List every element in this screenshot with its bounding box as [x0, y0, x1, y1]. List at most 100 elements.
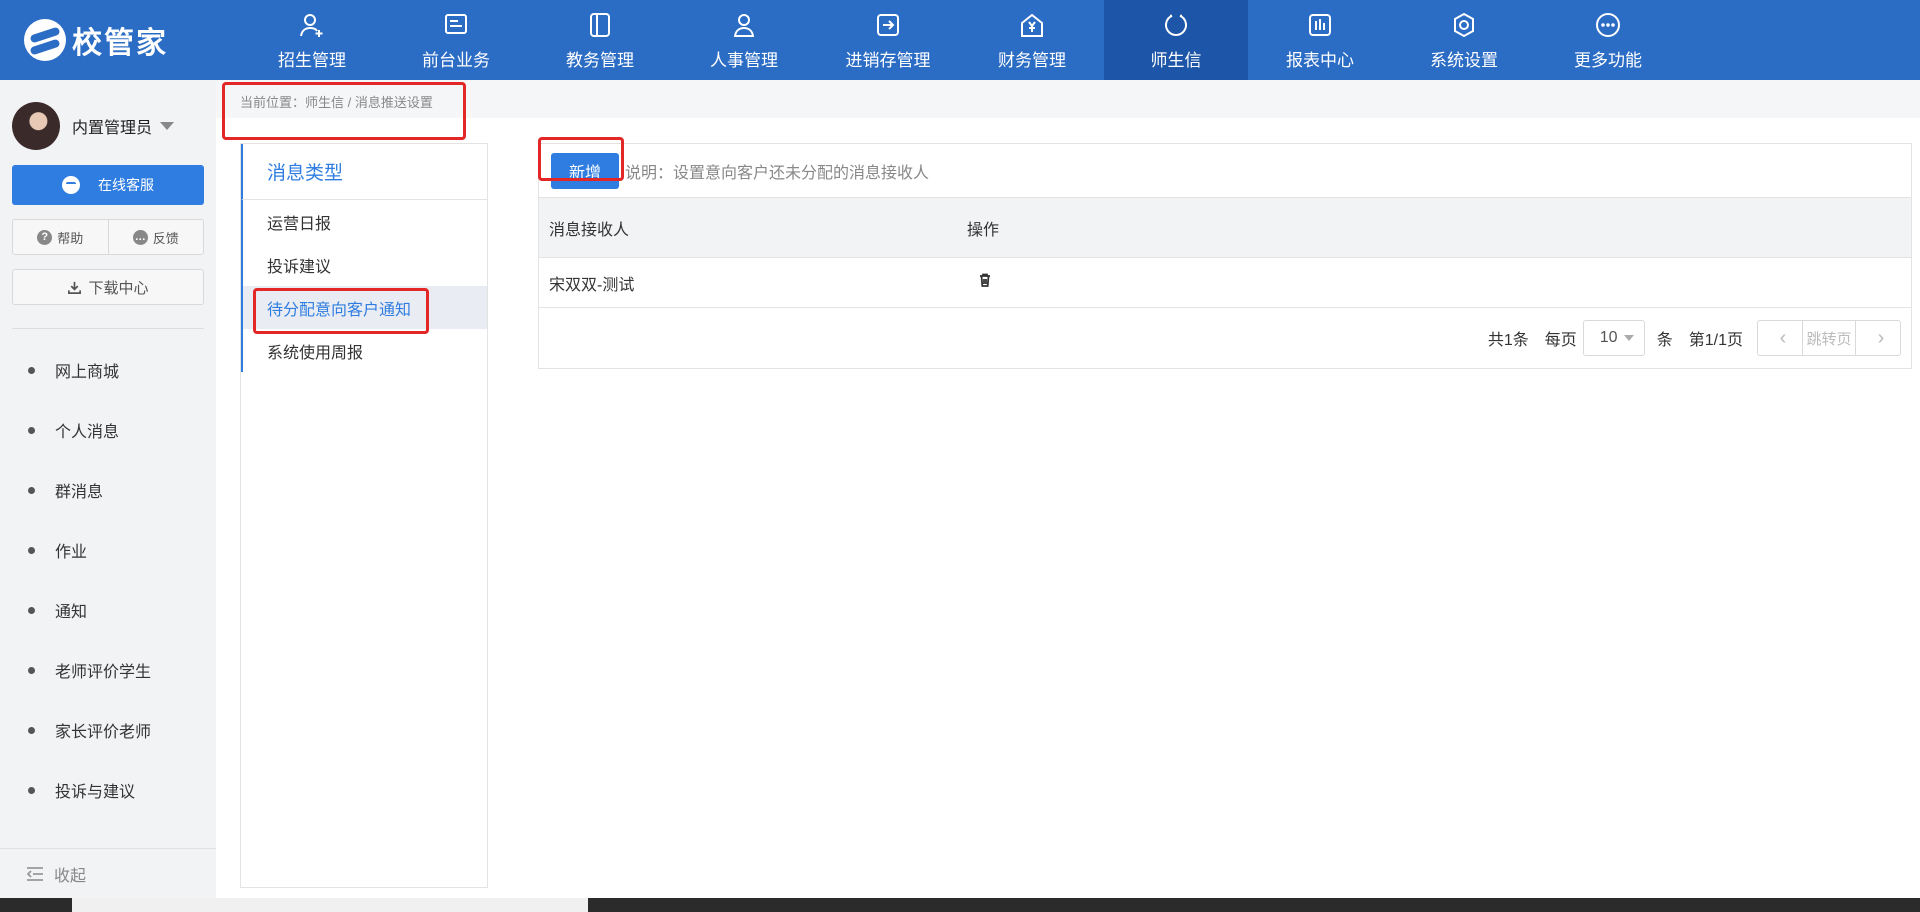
table-header: 消息接收人 操作: [539, 198, 1911, 258]
sidebar-item-label: 家长评价老师: [55, 724, 152, 741]
sidebar-item-parent-evaluates-teacher[interactable]: 家长评价老师: [0, 700, 216, 760]
chat-icon: …: [132, 229, 148, 245]
sidebar: 内置管理员 在线客服 ? 帮助 … 反馈 下载中心 网上商城 个人消息 群消息 …: [0, 80, 216, 898]
nav-item-more[interactable]: 更多功能: [1536, 0, 1680, 80]
user-name: 内置管理员: [72, 120, 153, 137]
nav-item-messaging[interactable]: 师生信: [1104, 0, 1248, 80]
total-count: 共1条: [1487, 332, 1529, 349]
type-item-unassigned-lead-notice[interactable]: 待分配意向客户通知: [243, 286, 487, 329]
book-icon: [585, 10, 615, 40]
nav-label: 教务管理: [566, 50, 634, 70]
nav-item-reports[interactable]: 报表中心: [1248, 0, 1392, 80]
bullet-icon: [28, 366, 35, 374]
breadcrumb-bar: 当前位置：师生信 / 消息推送设置: [216, 80, 1920, 118]
bullet-icon: [28, 546, 35, 554]
sidebar-item-homework[interactable]: 作业: [0, 520, 216, 580]
type-item-complaints[interactable]: 投诉建议: [243, 243, 487, 286]
nav-label: 系统设置: [1430, 50, 1498, 70]
type-item-weekly-usage-report[interactable]: 系统使用周报: [243, 329, 487, 372]
type-item-daily-report[interactable]: 运营日报: [243, 200, 487, 243]
nav-item-front-desk[interactable]: 前台业务: [384, 0, 528, 80]
sidebar-item-label: 群消息: [55, 484, 104, 501]
nav-label: 更多功能: [1574, 50, 1642, 70]
pagination: 共1条 每页 10 条 第1/1页 ‹ 跳转页 ›: [539, 308, 1911, 368]
nav-label: 财务管理: [998, 50, 1066, 70]
divider: [12, 328, 204, 329]
taskbar: [0, 898, 1920, 912]
delete-button[interactable]: [967, 272, 993, 293]
column-header-actions: 操作: [967, 221, 1000, 239]
table-row: 宋双双-测试: [539, 258, 1911, 308]
taskbar-segment: [72, 898, 588, 912]
nav-item-hr[interactable]: 人事管理: [672, 0, 816, 80]
logo: 校管家: [0, 0, 240, 80]
online-service-button[interactable]: 在线客服: [12, 165, 204, 205]
help-button[interactable]: ? 帮助: [13, 220, 109, 254]
per-page-select[interactable]: 10: [1582, 320, 1645, 356]
logo-mark-icon: [24, 19, 66, 61]
user-menu[interactable]: 内置管理员: [12, 102, 175, 150]
nav-item-inventory[interactable]: 进销存管理: [816, 0, 960, 80]
page-indicator: 第1/1页: [1688, 332, 1743, 349]
more-icon: [1593, 10, 1623, 40]
per-page-unit: 条: [1656, 332, 1673, 349]
bullet-icon: [28, 426, 35, 434]
message-type-panel: 消息类型 运营日报 投诉建议 待分配意向客户通知 系统使用周报: [240, 143, 488, 888]
nav-label: 进销存管理: [845, 50, 931, 70]
yuan-icon: [1017, 10, 1047, 40]
nav-item-academic[interactable]: 教务管理: [528, 0, 672, 80]
per-page-label: 每页: [1544, 332, 1577, 349]
jump-page-input[interactable]: 跳转页: [1802, 321, 1856, 355]
nav-label: 招生管理: [278, 50, 346, 70]
sidebar-menu: 网上商城 个人消息 群消息 作业 通知 老师评价学生 家长评价老师 投诉与建议: [0, 340, 216, 820]
column-header-recipient: 消息接收人: [549, 221, 630, 239]
logo-text: 校管家: [72, 27, 168, 60]
nav-item-finance[interactable]: 财务管理: [960, 0, 1104, 80]
sidebar-item-teacher-evaluates-student[interactable]: 老师评价学生: [0, 640, 216, 700]
next-page-button[interactable]: ›: [1856, 321, 1900, 355]
sidebar-item-group-messages[interactable]: 群消息: [0, 460, 216, 520]
service-icon: [62, 176, 80, 194]
desk-icon: [441, 10, 471, 40]
refresh-icon: [1161, 10, 1191, 40]
collapse-button[interactable]: 收起: [26, 862, 86, 886]
add-button[interactable]: 新增: [551, 152, 619, 189]
prev-page-button[interactable]: ‹: [1758, 321, 1802, 355]
nav-item-enrollment[interactable]: 招生管理: [240, 0, 384, 80]
inout-icon: [873, 10, 903, 40]
divider: [0, 848, 216, 849]
person-icon: [729, 10, 759, 40]
sidebar-item-label: 网上商城: [55, 364, 120, 381]
toolbar: 新增 说明：设置意向客户还未分配的消息接收人: [539, 144, 1911, 198]
sidebar-item-label: 作业: [55, 544, 88, 561]
download-center-button[interactable]: 下载中心: [12, 269, 204, 305]
collapse-icon: [26, 867, 43, 881]
help-feedback-row: ? 帮助 … 反馈: [12, 219, 204, 255]
recipient-cell: 宋双双-测试: [549, 276, 635, 294]
avatar: [12, 102, 60, 150]
sidebar-item-personal-messages[interactable]: 个人消息: [0, 400, 216, 460]
sidebar-item-online-mall[interactable]: 网上商城: [0, 340, 216, 400]
collapse-label: 收起: [54, 868, 87, 885]
sidebar-item-label: 投诉与建议: [55, 784, 136, 801]
sidebar-item-label: 个人消息: [55, 424, 120, 441]
feedback-label: 反馈: [152, 230, 179, 246]
chart-icon: [1305, 10, 1335, 40]
recipient-panel: 新增 说明：设置意向客户还未分配的消息接收人 消息接收人 操作 宋双双-测试 共…: [538, 143, 1912, 369]
feedback-button[interactable]: … 反馈: [109, 220, 204, 254]
chevron-down-icon: [1623, 335, 1634, 341]
nav-label: 报表中心: [1286, 50, 1354, 70]
user-add-icon: [297, 10, 327, 40]
message-type-list: 运营日报 投诉建议 待分配意向客户通知 系统使用周报: [241, 200, 487, 372]
help-label: 帮助: [57, 230, 84, 246]
question-icon: ?: [37, 229, 53, 245]
download-center-label: 下载中心: [88, 279, 149, 297]
sidebar-item-complaints[interactable]: 投诉与建议: [0, 760, 216, 820]
bullet-icon: [28, 606, 35, 614]
description-text: 说明：设置意向客户还未分配的消息接收人: [625, 164, 930, 182]
per-page-value: 10: [1599, 329, 1618, 346]
sidebar-item-notices[interactable]: 通知: [0, 580, 216, 640]
nav-item-settings[interactable]: 系统设置: [1392, 0, 1536, 80]
sidebar-item-label: 老师评价学生: [55, 664, 152, 681]
main-area: 当前位置：师生信 / 消息推送设置 消息类型 运营日报 投诉建议 待分配意向客户…: [216, 80, 1920, 898]
